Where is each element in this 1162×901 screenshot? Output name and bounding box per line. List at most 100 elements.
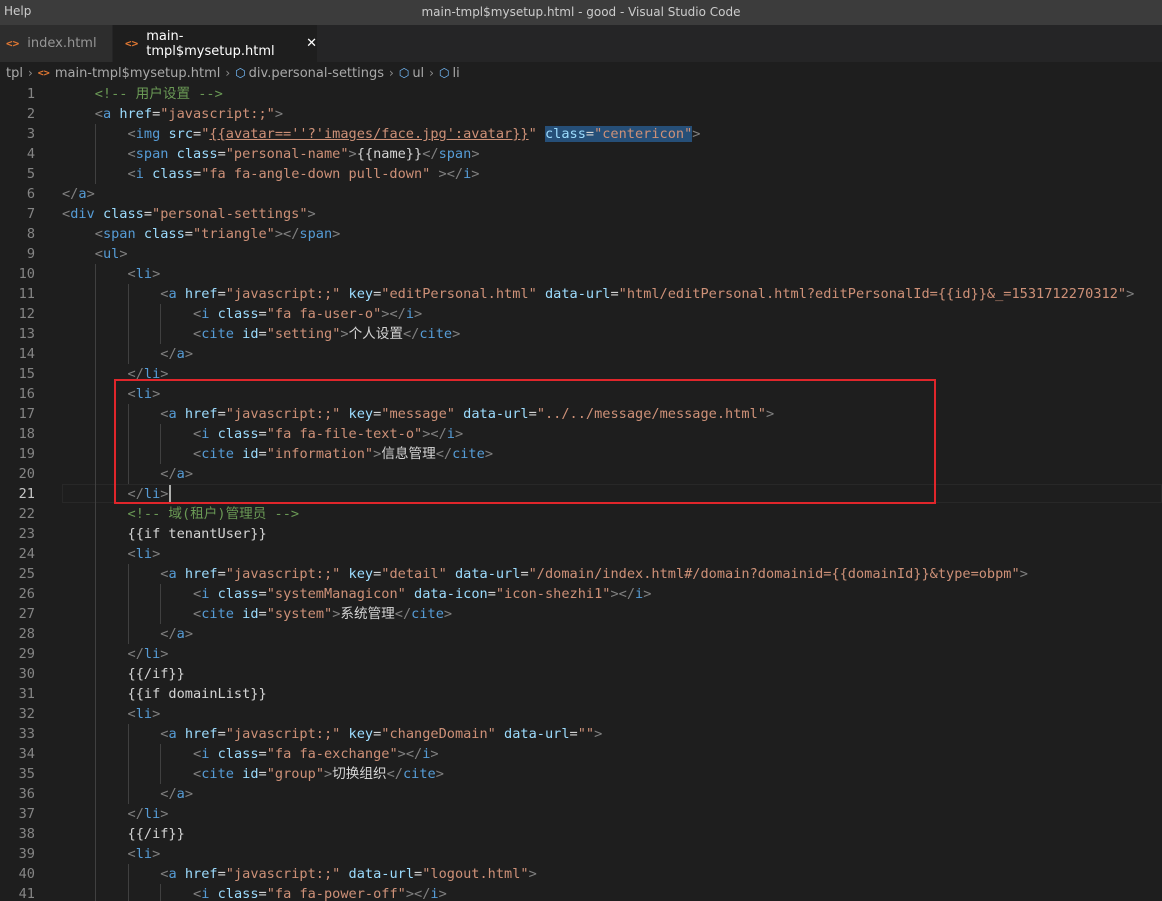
code-line[interactable]: 31 {{if domainList}} xyxy=(0,684,1162,704)
code-line[interactable]: 6 </a> xyxy=(0,184,1162,204)
close-icon[interactable]: ✕ xyxy=(306,36,317,51)
code-line[interactable]: 33 <a href="javascript:;" key="changeDoma… xyxy=(0,724,1162,744)
breadcrumb-item-li[interactable]: li xyxy=(452,66,459,81)
code-line[interactable]: 37 </li> xyxy=(0,804,1162,824)
code-token: 切换组织 xyxy=(332,766,387,782)
breadcrumb-item-ul[interactable]: ul xyxy=(412,66,424,81)
code-token: class xyxy=(217,426,259,442)
code-line[interactable]: 25 <a href="javascript:;" key="detail" da… xyxy=(0,564,1162,584)
code-line[interactable]: 40 <a href="javascript:;" data-url="logou… xyxy=(0,864,1162,884)
code-line[interactable]: 14 </a> xyxy=(0,344,1162,364)
code-line[interactable]: 20 </a> xyxy=(0,464,1162,484)
code-text: <a href="javascript:;" key="changeDomain… xyxy=(160,724,602,744)
code-token: < xyxy=(127,846,136,862)
code-editor[interactable]: 1 <!-- 用户设置 --> 2 <a href="javascript:;"> 3 <… xyxy=(0,84,1162,901)
code-line[interactable]: 10 <li> xyxy=(0,264,1162,284)
code-line[interactable]: 32 <li> xyxy=(0,704,1162,724)
code-token: "fa fa-power-off" xyxy=(266,886,406,901)
indent-guide xyxy=(94,884,96,901)
code-line[interactable]: 29 </li> xyxy=(0,644,1162,664)
indent-guide xyxy=(94,764,96,784)
code-line[interactable]: 11 <a href="javascript:;" key="editPerson… xyxy=(0,284,1162,304)
code-token: > xyxy=(1126,286,1135,302)
code-line[interactable]: 38 {{/if}} xyxy=(0,824,1162,844)
code-token: ></ xyxy=(381,306,406,322)
code-line[interactable]: 7 <div class="personal-settings"> xyxy=(0,204,1162,224)
code-token: </ xyxy=(160,466,177,482)
code-line[interactable]: 5 <i class="fa fa-angle-down pull-down" >… xyxy=(0,164,1162,184)
code-line[interactable]: 17 <a href="javascript:;" key="message" d… xyxy=(0,404,1162,424)
code-token: ul xyxy=(102,246,120,262)
indent-guide xyxy=(94,684,96,704)
code-line[interactable]: 30 {{/if}} xyxy=(0,664,1162,684)
code-line[interactable]: 34 <i class="fa fa-exchange"></i> xyxy=(0,744,1162,764)
code-line[interactable]: 41 <i class="fa fa-power-off"></i> xyxy=(0,884,1162,901)
code-text: </a> xyxy=(160,784,193,804)
code-line[interactable]: 28 </a> xyxy=(0,624,1162,644)
code-token: = xyxy=(258,746,267,762)
code-line[interactable]: 18 <i class="fa fa-file-text-o"></i> xyxy=(0,424,1162,444)
code-token: cite xyxy=(201,326,234,342)
indent-guide xyxy=(94,564,96,584)
code-line[interactable]: 26 <i class="systemManagicon" data-icon="… xyxy=(0,584,1162,604)
tab-main-tmpl-mysetup[interactable]: <> main-tmpl$mysetup.html ✕ xyxy=(113,25,317,62)
code-text: {{if domainList}} xyxy=(128,684,267,704)
code-token: < xyxy=(94,106,103,122)
code-token: = xyxy=(610,286,619,302)
line-number: 10 xyxy=(18,266,35,282)
code-line[interactable]: 27 <cite id="system">系统管理</cite> xyxy=(0,604,1162,624)
code-line[interactable]: 12 <i class="fa fa-user-o"></i> xyxy=(0,304,1162,324)
code-text: </a> xyxy=(62,184,95,204)
breadcrumb-item-div[interactable]: div.personal-settings xyxy=(249,66,384,81)
code-line[interactable]: 19 <cite id="information">信息管理</cite> xyxy=(0,444,1162,464)
line-number: 5 xyxy=(26,166,35,182)
breadcrumb-item-file[interactable]: main-tmpl$mysetup.html xyxy=(55,66,221,81)
code-token: > xyxy=(152,846,161,862)
tab-index-html[interactable]: <> index.html xyxy=(0,25,113,62)
code-token: li xyxy=(143,486,161,502)
indent-guide xyxy=(160,424,162,444)
code-line[interactable]: 23 {{if tenantUser}} xyxy=(0,524,1162,544)
code-token: cite xyxy=(452,446,485,462)
indent-guide xyxy=(94,824,96,844)
code-token: "javascript:;" xyxy=(225,406,341,422)
code-line[interactable]: 21 </li> xyxy=(0,484,1162,504)
code-line[interactable]: 2 <a href="javascript:;"> xyxy=(0,104,1162,124)
code-line[interactable]: 9 <ul> xyxy=(0,244,1162,264)
indent-guide xyxy=(127,864,129,884)
code-line[interactable]: 39 <li> xyxy=(0,844,1162,864)
indent-guide xyxy=(127,404,129,424)
breadcrumb-item-folder[interactable]: tpl xyxy=(6,66,23,81)
code-token: ></ xyxy=(274,226,300,242)
code-line[interactable]: 8 <span class="triangle"></span> xyxy=(0,224,1162,244)
indent-guide xyxy=(160,304,162,324)
code-token: class xyxy=(217,586,259,602)
code-token: = xyxy=(258,426,267,442)
code-line[interactable]: 3 <img src="{{avatar==''?'images/face.jpg… xyxy=(0,124,1162,144)
code-token: > xyxy=(471,166,480,182)
code-token: = xyxy=(258,586,267,602)
code-line[interactable]: 15 </li> xyxy=(0,364,1162,384)
line-number: 40 xyxy=(18,866,35,882)
code-line[interactable]: 36 </a> xyxy=(0,784,1162,804)
indent-guide xyxy=(94,124,96,144)
code-token: cite xyxy=(201,766,234,782)
code-line[interactable]: 13 <cite id="setting">个人设置</cite> xyxy=(0,324,1162,344)
code-token: > xyxy=(160,646,169,662)
code-line[interactable]: 16 <li> xyxy=(0,384,1162,404)
code-text: <i class="fa fa-exchange"></i> xyxy=(193,744,439,764)
code-line[interactable]: 1 <!-- 用户设置 --> xyxy=(0,84,1162,104)
code-token: </ xyxy=(435,446,453,462)
code-line[interactable]: 22 <!-- 域(租户)管理员 --> xyxy=(0,504,1162,524)
line-number: 20 xyxy=(18,466,35,482)
code-token: "logout.html" xyxy=(422,866,529,882)
code-token: data-url xyxy=(463,406,529,422)
code-line[interactable]: 4 <span class="personal-name">{{name}}</s… xyxy=(0,144,1162,164)
code-line[interactable]: 24 <li> xyxy=(0,544,1162,564)
code-line[interactable]: 35 <cite id="group">切换组织</cite> xyxy=(0,764,1162,784)
indent-guide xyxy=(127,784,129,804)
